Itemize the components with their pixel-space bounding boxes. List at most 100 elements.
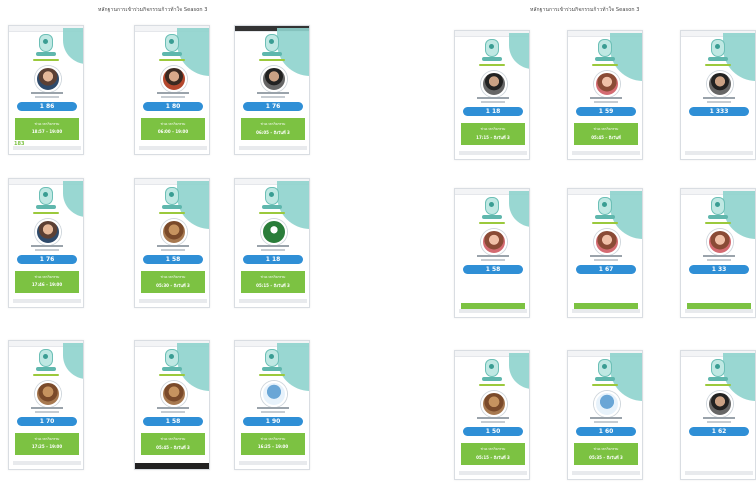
score-button[interactable]: 1 58 bbox=[463, 265, 523, 274]
decorative-blob bbox=[509, 191, 529, 227]
phone-screenshot: 1 62 bbox=[680, 350, 756, 480]
app-logo-icon bbox=[598, 39, 612, 57]
activity-time-value: 05:45 – ถึงวันที่ 3 bbox=[156, 445, 190, 450]
app-logo-icon bbox=[711, 197, 725, 215]
activity-time-value: 17:15 – ถึงวันที่ 3 bbox=[476, 135, 510, 140]
app-brand bbox=[708, 57, 728, 61]
user-name bbox=[590, 97, 622, 99]
app-logo-icon bbox=[485, 359, 499, 377]
activity-time-label: ช่วงเวลากิจกรรม bbox=[160, 275, 186, 279]
user-detail bbox=[594, 101, 618, 103]
season-subtitle bbox=[592, 64, 618, 66]
score-button[interactable]: 1 18 bbox=[243, 255, 303, 264]
score-button[interactable]: 1 59 bbox=[576, 107, 636, 116]
activity-time-value: 05:30 – ถึงวันที่ 3 bbox=[156, 283, 190, 288]
footer-bar bbox=[239, 146, 307, 150]
activity-time-box: ช่วงเวลากิจกรรม 17:15 – ถึงวันที่ 3 bbox=[461, 123, 525, 145]
score-button[interactable]: 1 60 bbox=[576, 427, 636, 436]
app-logo-icon bbox=[39, 187, 53, 205]
activity-time-box: ช่วงเวลากิจกรรม 17:25 – 19:00 bbox=[15, 433, 79, 455]
avatar bbox=[35, 66, 61, 92]
activity-time-box: ช่วงเวลากิจกรรม 05:45 – ถึงวันที่ bbox=[574, 123, 638, 145]
app-brand bbox=[708, 377, 728, 381]
activity-time-value: 05:15 – ถึงวันที่ 3 bbox=[476, 455, 510, 460]
avatar bbox=[35, 381, 61, 407]
phone-screenshot: 1 333 bbox=[680, 30, 756, 160]
app-logo-icon bbox=[39, 349, 53, 367]
avatar bbox=[161, 66, 187, 92]
app-logo-icon bbox=[711, 359, 725, 377]
score-button[interactable]: 1 90 bbox=[243, 417, 303, 426]
phone-screenshot: 1 59 ช่วงเวลากิจกรรม 05:45 – ถึงวันที่ bbox=[567, 30, 643, 160]
user-detail bbox=[707, 421, 731, 423]
user-detail bbox=[161, 249, 185, 251]
footer-bar bbox=[139, 146, 207, 150]
app-brand bbox=[162, 367, 182, 371]
activity-time-label: ช่วงเวลากิจกรรม bbox=[480, 127, 506, 131]
activity-time-value: 18:57 – 19:00 bbox=[31, 129, 63, 134]
activity-time-label: ช่วงเวลากิจกรรม bbox=[160, 122, 186, 126]
user-detail bbox=[261, 411, 285, 413]
activity-time-label: ช่วงเวลากิจกรรม bbox=[34, 275, 60, 279]
user-name bbox=[477, 97, 509, 99]
score-button[interactable]: 1 58 bbox=[143, 417, 203, 426]
app-logo-icon bbox=[165, 187, 179, 205]
avatar bbox=[481, 229, 507, 255]
score-button[interactable]: 1 58 bbox=[143, 255, 203, 264]
season-subtitle bbox=[159, 212, 185, 214]
user-detail bbox=[161, 411, 185, 413]
season-subtitle bbox=[479, 384, 505, 386]
nav-bar bbox=[135, 463, 209, 469]
activity-time-label: ช่วงเวลากิจกรรม bbox=[34, 437, 60, 441]
footer-bar bbox=[13, 146, 81, 150]
phone-screenshot: 1 67 bbox=[567, 188, 643, 318]
app-brand bbox=[162, 52, 182, 56]
app-logo-icon bbox=[39, 34, 53, 52]
user-name bbox=[157, 407, 189, 409]
score-button[interactable]: 1 70 bbox=[17, 417, 77, 426]
app-logo-icon bbox=[598, 359, 612, 377]
season-subtitle bbox=[33, 374, 59, 376]
decorative-blob bbox=[509, 353, 529, 389]
score-button[interactable]: 1 333 bbox=[689, 107, 749, 116]
season-subtitle bbox=[33, 212, 59, 214]
score-button[interactable]: 1 18 bbox=[463, 107, 523, 116]
phone-screenshot: 1 33 bbox=[680, 188, 756, 318]
app-brand bbox=[262, 52, 282, 56]
season-subtitle bbox=[479, 64, 505, 66]
score-button[interactable]: 1 67 bbox=[576, 265, 636, 274]
activity-time-box: ช่วงเวลากิจกรรม 05:45 – ถึงวันที่ 3 bbox=[141, 433, 205, 455]
activity-time-value: 17:46 – 19:00 bbox=[31, 282, 63, 287]
app-brand bbox=[482, 377, 502, 381]
score-button[interactable]: 1 76 bbox=[243, 102, 303, 111]
phone-screenshot: 1 70 ช่วงเวลากิจกรรม 17:25 – 19:00 bbox=[8, 340, 84, 470]
user-detail bbox=[35, 411, 59, 413]
score-button[interactable]: 1 50 bbox=[463, 427, 523, 436]
avatar bbox=[594, 71, 620, 97]
activity-time-label: ช่วงเวลากิจกรรม bbox=[260, 122, 286, 126]
score-button[interactable]: 1 80 bbox=[143, 102, 203, 111]
score-button[interactable]: 1 76 bbox=[17, 255, 77, 264]
footer-bar bbox=[459, 151, 527, 155]
avatar bbox=[594, 391, 620, 417]
app-brand bbox=[482, 57, 502, 61]
app-brand bbox=[595, 57, 615, 61]
user-detail bbox=[161, 96, 185, 98]
phone-screenshot: 1 50 ช่วงเวลากิจกรรม 05:15 – ถึงวันที่ 3 bbox=[454, 350, 530, 480]
score-button[interactable]: 1 62 bbox=[689, 427, 749, 436]
score-button[interactable]: 1 86 bbox=[17, 102, 77, 111]
decorative-blob bbox=[63, 343, 83, 379]
season-subtitle bbox=[705, 64, 731, 66]
activity-time-label: ช่วงเวลากิจกรรม bbox=[160, 437, 186, 441]
phone-screenshot: 1 58 ช่วงเวลากิจกรรม 05:45 – ถึงวันที่ 3 bbox=[134, 340, 210, 470]
decorative-blob bbox=[63, 28, 83, 64]
decorative-blob bbox=[509, 33, 529, 69]
user-name bbox=[157, 245, 189, 247]
user-detail bbox=[594, 259, 618, 261]
activity-time-label: ช่วงเวลากิจกรรม bbox=[480, 447, 506, 451]
phone-screenshot: 1 80 ช่วงเวลากิจกรรม 06:00 – 19:00 bbox=[134, 25, 210, 155]
user-name bbox=[477, 417, 509, 419]
score-button[interactable]: 1 33 bbox=[689, 265, 749, 274]
activity-time-value: 05:15 – ถึงวันที่ 3 bbox=[256, 283, 290, 288]
user-name bbox=[703, 417, 735, 419]
